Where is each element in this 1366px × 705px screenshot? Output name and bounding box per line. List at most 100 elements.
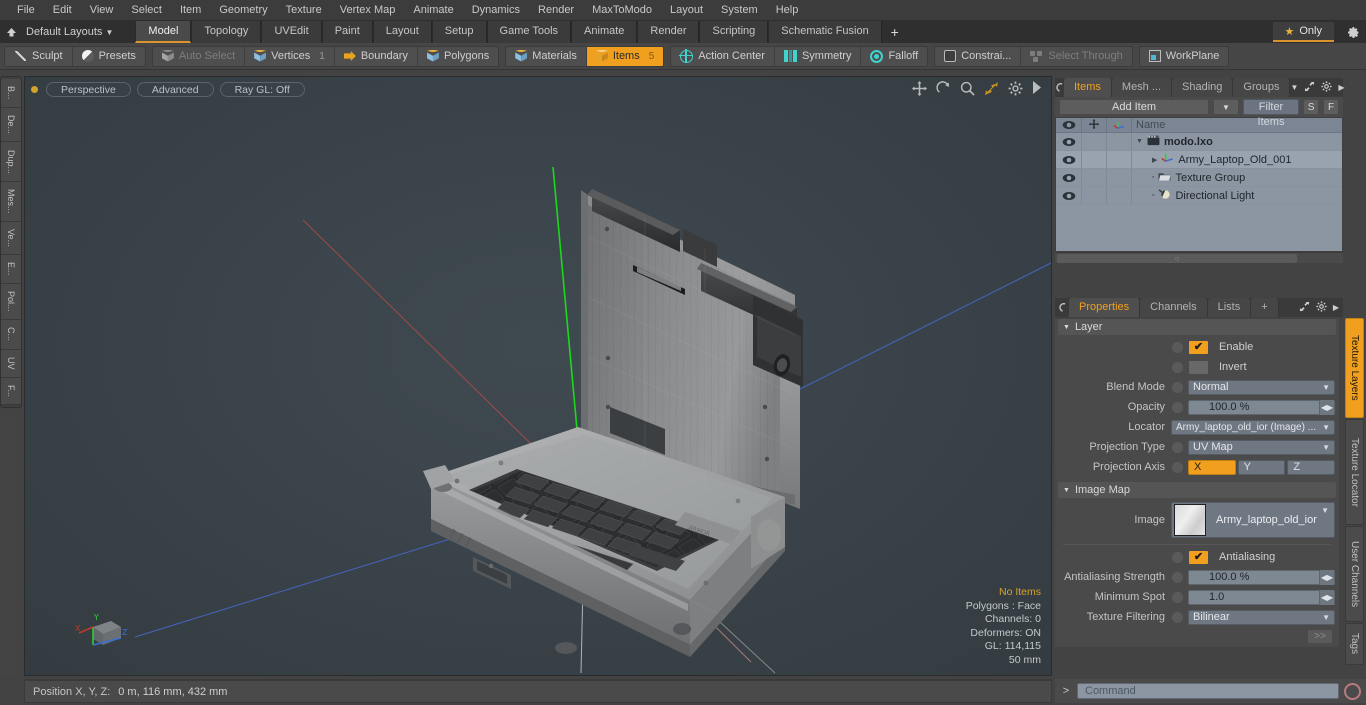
antialiasing-strength-input[interactable]: 100.0 % ◀▶ [1188,569,1335,585]
tool-vertices[interactable]: Vertices 1 [245,46,335,66]
more-options-button[interactable]: >> [1307,629,1333,644]
right-tab-tags[interactable]: Tags [1345,623,1364,665]
item-row-directional-light[interactable]: ▪ Directional Light [1132,187,1342,204]
tab-add-panel[interactable]: + [1251,298,1279,317]
menu-item-layout[interactable]: Layout [661,0,712,21]
filter-items-input[interactable]: Filter Items [1242,99,1300,128]
projection-axis-y[interactable]: Y [1237,459,1286,475]
tab-uvedit[interactable]: UVEdit [261,21,322,43]
left-tab-duplicate[interactable]: Dup... [1,142,21,182]
panel-menu-icon[interactable] [1055,298,1069,317]
add-tab-button[interactable]: + [881,21,908,43]
projection-type-select[interactable]: UV Map ▼ [1188,439,1335,455]
viewport-raygl-toggle[interactable]: Ray GL: Off [219,81,305,97]
opacity-knob[interactable] [1171,400,1184,414]
eye-icon[interactable] [1056,169,1082,186]
table-row[interactable]: ▼ modo.lxo [1056,133,1342,151]
left-tab-polygon[interactable]: Pol... [1,284,21,321]
item-tree[interactable]: Name ▼ modo.lxo ▶ Army_Laptop_Old_001 ▪ … [1055,117,1343,252]
record-icon[interactable] [1344,682,1361,700]
scrollbar-thumb[interactable]: ○ [1057,254,1297,263]
opacity-spinner[interactable]: ◀▶ [1319,399,1334,415]
right-tab-texture-locator[interactable]: Texture Locator [1345,419,1364,525]
menu-item-vertex-map[interactable]: Vertex Map [331,0,405,21]
gear-icon[interactable] [1316,300,1327,315]
minimum-spot-knob[interactable] [1171,590,1184,604]
texture-filtering-knob[interactable] [1171,610,1184,624]
tool-items[interactable]: Items 5 [586,46,664,66]
expand-icon[interactable] [1299,301,1310,315]
menu-item-help[interactable]: Help [767,0,808,21]
tool-select-through[interactable]: Select Through [1021,47,1131,66]
section-layer[interactable]: ▼ Layer [1058,319,1336,335]
menu-item-system[interactable]: System [712,0,767,21]
tab-model[interactable]: Model [135,21,192,43]
tab-paint[interactable]: Paint [321,21,373,43]
tab-channels[interactable]: Channels [1140,298,1208,317]
tool-materials[interactable]: Materials [506,46,587,66]
layout-selector[interactable]: Default Layouts ▼ [22,21,123,43]
menu-item-edit[interactable]: Edit [44,0,81,21]
table-row[interactable]: ▪ Directional Light [1056,187,1342,205]
image-select[interactable]: Army_laptop_old_ior ▼ [1171,502,1335,538]
projection-axis-x[interactable]: X [1188,459,1236,475]
texture-thumbnail[interactable] [1174,504,1206,536]
menu-item-dynamics[interactable]: Dynamics [463,0,529,21]
eye-icon[interactable] [1056,133,1082,150]
left-tab-mesh-edit[interactable]: Mes... [1,181,21,222]
tab-items[interactable]: Items [1064,78,1112,97]
menu-item-texture[interactable]: Texture [277,0,331,21]
row-axis-cell[interactable] [1107,169,1132,186]
menu-item-select[interactable]: Select [122,0,171,21]
tab-layout[interactable]: Layout [372,21,432,43]
axis-gizmo[interactable]: X Y Z [71,601,135,657]
left-tab-fusion[interactable]: F... [1,377,21,406]
viewport-shading-advanced[interactable]: Advanced [136,81,214,97]
section-image-map[interactable]: ▼ Image Map [1058,482,1336,498]
tab-groups[interactable]: Groups [1233,78,1291,97]
add-item-dropdown[interactable]: ▼ [1213,99,1239,115]
blend-mode-select[interactable]: Normal ▼ [1188,379,1335,395]
tab-setup[interactable]: Setup [431,21,487,43]
tool-falloff[interactable]: Falloff [861,47,927,66]
row-axis-cell[interactable] [1107,133,1132,150]
projection-axis-z[interactable]: Z [1287,459,1336,475]
table-row[interactable]: ▶ Army_Laptop_Old_001 [1056,151,1342,169]
tool-presets[interactable]: Presets [73,47,145,66]
menu-item-file[interactable]: File [8,0,44,21]
expand-icon[interactable] [1304,81,1315,95]
tool-boundary[interactable]: Boundary [335,46,418,66]
tool-workplane[interactable]: WorkPlane [1140,47,1229,66]
item-row-laptop[interactable]: ▶ Army_Laptop_Old_001 [1132,151,1342,168]
command-input[interactable]: Command [1077,683,1339,699]
menu-item-render[interactable]: Render [529,0,583,21]
projection-type-knob[interactable] [1171,440,1184,454]
tool-action-center[interactable]: Action Center [671,46,775,66]
tab-shading[interactable]: Shading [1172,78,1234,97]
chevron-right-icon[interactable]: ▶ [1333,303,1339,312]
texture-filtering-select[interactable]: Bilinear ▼ [1188,609,1335,625]
rotate-icon[interactable] [936,81,951,96]
menu-item-maxtomodo[interactable]: MaxToModo [583,0,661,21]
locator-select[interactable]: Army_laptop_old_ior (Image) ... ▼ [1171,419,1335,435]
tool-polygons[interactable]: Polygons [418,47,498,66]
menu-item-animate[interactable]: Animate [404,0,462,21]
row-lock-cell[interactable] [1082,151,1107,168]
tool-sculpt[interactable]: Sculpt [5,46,73,66]
play-icon[interactable] [1032,81,1041,96]
antialiasing-strength-spinner[interactable]: ◀▶ [1319,569,1334,585]
add-item-button[interactable]: Add Item [1059,99,1209,115]
left-tab-edge[interactable]: E... [1,255,21,285]
left-tab-deform[interactable]: De... [1,107,21,143]
minimum-spot-spinner[interactable]: ◀▶ [1319,589,1334,605]
chevron-right-icon[interactable]: ▶ [1338,83,1344,92]
left-tab-curve[interactable]: C... [1,320,21,350]
tool-symmetry[interactable]: Symmetry [775,46,862,66]
item-row-texture-group[interactable]: ▪ Texture Group [1132,169,1342,186]
tab-mesh[interactable]: Mesh ... [1111,78,1173,97]
enable-checkbox[interactable]: ✔ [1188,339,1209,355]
tab-render[interactable]: Render [637,21,700,43]
left-tab-basic[interactable]: B... [1,79,21,108]
viewport-mode-perspective[interactable]: Perspective [46,81,131,97]
blend-mode-knob[interactable] [1171,380,1184,394]
